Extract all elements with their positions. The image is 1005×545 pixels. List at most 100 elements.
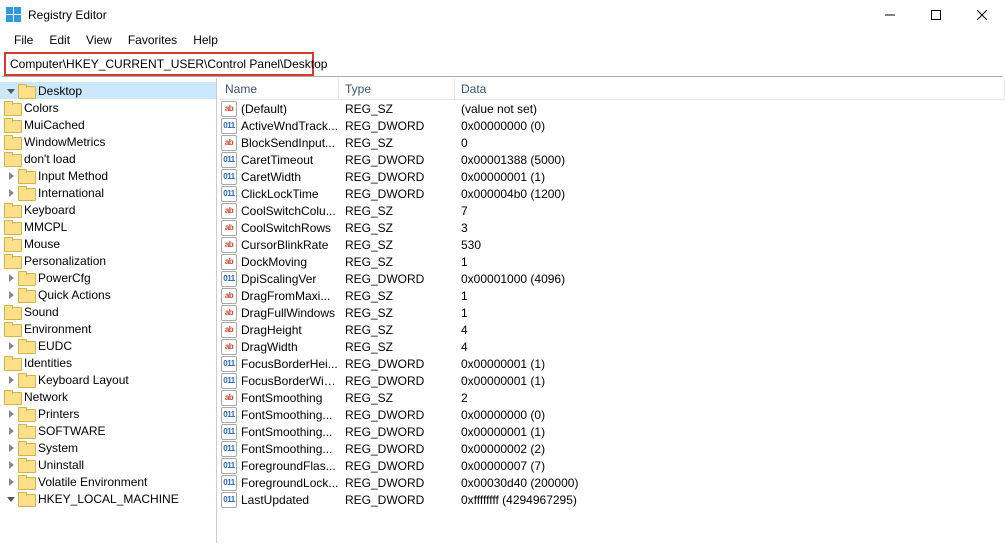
- tree-item-windowmetrics[interactable]: WindowMetrics: [0, 133, 216, 150]
- tree-item-label: System: [38, 441, 78, 455]
- folder-icon: [4, 135, 20, 149]
- tree-item-hkey-local-machine[interactable]: HKEY_LOCAL_MACHINE: [0, 490, 216, 507]
- tree-item-muicached[interactable]: MuiCached: [0, 116, 216, 133]
- tree-item-label: International: [38, 186, 104, 200]
- tree-item-label: Environment: [24, 322, 91, 336]
- list-row[interactable]: ab(Default)REG_SZ(value not set): [219, 100, 1005, 117]
- chevron-right-icon[interactable]: [4, 441, 18, 455]
- value-name: CoolSwitchRows: [241, 221, 339, 235]
- tree-item-software[interactable]: SOFTWARE: [0, 422, 216, 439]
- list-row[interactable]: 011FocusBorderWid...REG_DWORD0x00000001 …: [219, 372, 1005, 389]
- tree-item-eudc[interactable]: EUDC: [0, 337, 216, 354]
- chevron-right-icon[interactable]: [4, 339, 18, 353]
- tree-item-environment[interactable]: Environment: [0, 320, 216, 337]
- menu-view[interactable]: View: [78, 31, 120, 49]
- menu-favorites[interactable]: Favorites: [120, 31, 185, 49]
- column-name[interactable]: Name: [219, 78, 339, 99]
- list-row[interactable]: abDragFromMaxi...REG_SZ1: [219, 287, 1005, 304]
- minimize-button[interactable]: [867, 0, 913, 30]
- dword-value-icon: 011: [221, 407, 237, 423]
- dword-value-icon: 011: [221, 458, 237, 474]
- list-row[interactable]: 011ClickLockTimeREG_DWORD0x000004b0 (120…: [219, 185, 1005, 202]
- list-row[interactable]: abDragWidthREG_SZ4: [219, 338, 1005, 355]
- menu-help[interactable]: Help: [185, 31, 226, 49]
- tree-item-keyboard-layout[interactable]: Keyboard Layout: [0, 371, 216, 388]
- maximize-button[interactable]: [913, 0, 959, 30]
- list-pane[interactable]: Name Type Data ab(Default)REG_SZ(value n…: [219, 78, 1005, 543]
- tree-item-uninstall[interactable]: Uninstall: [0, 456, 216, 473]
- tree-item-keyboard[interactable]: Keyboard: [0, 201, 216, 218]
- value-type: REG_DWORD: [339, 493, 455, 507]
- list-row[interactable]: abDragHeightREG_SZ4: [219, 321, 1005, 338]
- list-row[interactable]: 011CaretTimeoutREG_DWORD0x00001388 (5000…: [219, 151, 1005, 168]
- list-row[interactable]: abDockMovingREG_SZ1: [219, 253, 1005, 270]
- value-data: 0x00001000 (4096): [455, 272, 1005, 286]
- chevron-right-icon[interactable]: [4, 475, 18, 489]
- value-type: REG_DWORD: [339, 476, 455, 490]
- list-row[interactable]: 011CaretWidthREG_DWORD0x00000001 (1): [219, 168, 1005, 185]
- list-row[interactable]: abCursorBlinkRateREG_SZ530: [219, 236, 1005, 253]
- chevron-down-icon[interactable]: [4, 84, 18, 98]
- chevron-right-icon[interactable]: [4, 271, 18, 285]
- folder-icon: [4, 390, 20, 404]
- list-row[interactable]: 011LastUpdatedREG_DWORD0xffffffff (42949…: [219, 491, 1005, 508]
- value-type: REG_SZ: [339, 340, 455, 354]
- chevron-right-icon[interactable]: [4, 458, 18, 472]
- tree-item-powercfg[interactable]: PowerCfg: [0, 269, 216, 286]
- menu-edit[interactable]: Edit: [41, 31, 78, 49]
- list-row[interactable]: 011ForegroundLock...REG_DWORD0x00030d40 …: [219, 474, 1005, 491]
- column-type[interactable]: Type: [339, 78, 455, 99]
- chevron-down-icon[interactable]: [4, 492, 18, 506]
- list-row[interactable]: abCoolSwitchColu...REG_SZ7: [219, 202, 1005, 219]
- tree-item-desktop[interactable]: Desktop: [0, 82, 216, 99]
- tree-item-don-t-load[interactable]: don't load: [0, 150, 216, 167]
- tree-item-mouse[interactable]: Mouse: [0, 235, 216, 252]
- menu-file[interactable]: File: [6, 31, 41, 49]
- tree-item-volatile-environment[interactable]: Volatile Environment: [0, 473, 216, 490]
- value-type: REG_SZ: [339, 102, 455, 116]
- list-row[interactable]: 011FontSmoothing...REG_DWORD0x00000001 (…: [219, 423, 1005, 440]
- chevron-right-icon[interactable]: [4, 407, 18, 421]
- tree-item-label: WindowMetrics: [24, 135, 105, 149]
- dword-value-icon: 011: [221, 169, 237, 185]
- tree-pane[interactable]: DesktopColorsMuiCached WindowMetricsdon't…: [0, 78, 216, 543]
- list-row[interactable]: 011ForegroundFlas...REG_DWORD0x00000007 …: [219, 457, 1005, 474]
- list-row[interactable]: 011DpiScalingVerREG_DWORD0x00001000 (409…: [219, 270, 1005, 287]
- tree-item-mmcpl[interactable]: MMCPL: [0, 218, 216, 235]
- list-row[interactable]: 011FontSmoothing...REG_DWORD0x00000000 (…: [219, 406, 1005, 423]
- address-bar[interactable]: Computer\HKEY_CURRENT_USER\Control Panel…: [4, 52, 314, 76]
- tree-item-input-method[interactable]: Input Method: [0, 167, 216, 184]
- value-name: ForegroundLock...: [241, 476, 339, 490]
- tree-item-identities[interactable]: Identities: [0, 354, 216, 371]
- folder-icon: [18, 84, 34, 98]
- tree-item-sound[interactable]: Sound: [0, 303, 216, 320]
- tree-item-system[interactable]: System: [0, 439, 216, 456]
- list-row[interactable]: abDragFullWindowsREG_SZ1: [219, 304, 1005, 321]
- value-type: REG_SZ: [339, 255, 455, 269]
- tree-item-colors[interactable]: Colors: [0, 99, 216, 116]
- tree-item-international[interactable]: International: [0, 184, 216, 201]
- list-row[interactable]: 011ActiveWndTrack...REG_DWORD0x00000000 …: [219, 117, 1005, 134]
- chevron-right-icon[interactable]: [4, 424, 18, 438]
- list-row[interactable]: 011FontSmoothing...REG_DWORD0x00000002 (…: [219, 440, 1005, 457]
- tree-item-printers[interactable]: Printers: [0, 405, 216, 422]
- value-name: FocusBorderHei...: [241, 357, 339, 371]
- list-row[interactable]: abCoolSwitchRowsREG_SZ3: [219, 219, 1005, 236]
- folder-icon: [18, 373, 34, 387]
- tree-item-personalization[interactable]: Personalization: [0, 252, 216, 269]
- column-data[interactable]: Data: [455, 78, 1005, 99]
- chevron-right-icon[interactable]: [4, 169, 18, 183]
- tree-item-network[interactable]: Network: [0, 388, 216, 405]
- value-data: 0x00000000 (0): [455, 119, 1005, 133]
- folder-icon: [18, 271, 34, 285]
- chevron-right-icon[interactable]: [4, 186, 18, 200]
- chevron-right-icon[interactable]: [4, 373, 18, 387]
- list-row[interactable]: abBlockSendInput...REG_SZ0: [219, 134, 1005, 151]
- list-row[interactable]: 011FocusBorderHei...REG_DWORD0x00000001 …: [219, 355, 1005, 372]
- value-data: 0x00030d40 (200000): [455, 476, 1005, 490]
- tree-item-quick-actions[interactable]: Quick Actions: [0, 286, 216, 303]
- chevron-right-icon[interactable]: [4, 288, 18, 302]
- close-button[interactable]: [959, 0, 1005, 30]
- list-row[interactable]: abFontSmoothingREG_SZ2: [219, 389, 1005, 406]
- value-type: REG_SZ: [339, 238, 455, 252]
